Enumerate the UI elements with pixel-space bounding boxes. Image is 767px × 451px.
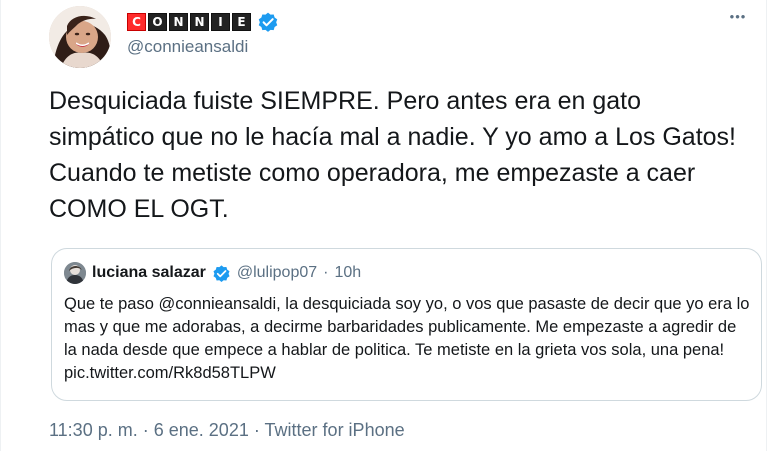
logo-letter: C — [127, 13, 146, 31]
tweet-metadata: 11:30 p. m. · 6 ene. 2021 · Twitter for … — [49, 420, 405, 441]
meta-separator: · — [142, 420, 149, 440]
logo-letter: N — [190, 13, 209, 31]
quoted-separator: · — [323, 264, 329, 281]
tweet-card: C O N N I E @connieansaldi ••• Desquicia… — [0, 0, 767, 451]
quoted-tweet-header: luciana salazar @lulipop07 · 10h — [64, 262, 361, 284]
more-options-icon[interactable]: ••• — [726, 9, 750, 25]
verified-badge-icon — [258, 12, 278, 32]
tweet-date[interactable]: 6 ene. 2021 — [154, 420, 249, 440]
connie-brand-logo[interactable]: C O N N I E — [127, 13, 251, 31]
meta-separator: · — [253, 420, 260, 440]
verified-badge-icon — [213, 264, 230, 282]
quoted-time[interactable]: 10h — [334, 264, 361, 282]
quoted-avatar-photo-icon — [64, 262, 86, 284]
logo-letter: E — [232, 13, 251, 31]
author-avatar[interactable] — [49, 6, 111, 68]
author-handle[interactable]: @connieansaldi — [127, 37, 248, 57]
tweet-text: Desquiciada fuiste SIEMPRE. Pero antes e… — [49, 87, 736, 223]
quoted-author-handle[interactable]: @lulipop07 — [237, 264, 317, 282]
quoted-tweet-card[interactable]: luciana salazar @lulipop07 · 10h Que te … — [51, 248, 762, 401]
quoted-tweet-text: Que te paso @connieansaldi, la desquicia… — [64, 295, 750, 382]
quoted-author-name[interactable]: luciana salazar — [92, 264, 206, 282]
logo-letter: O — [148, 13, 167, 31]
quoted-author-avatar[interactable] — [64, 262, 86, 284]
tweet-time[interactable]: 11:30 p. m. — [49, 420, 138, 440]
logo-letter: I — [211, 13, 230, 31]
tweet-source[interactable]: Twitter for iPhone — [265, 420, 405, 440]
author-name-row: C O N N I E — [127, 10, 279, 34]
profile-photo-avatar-icon — [49, 6, 111, 68]
logo-letter: N — [169, 13, 188, 31]
